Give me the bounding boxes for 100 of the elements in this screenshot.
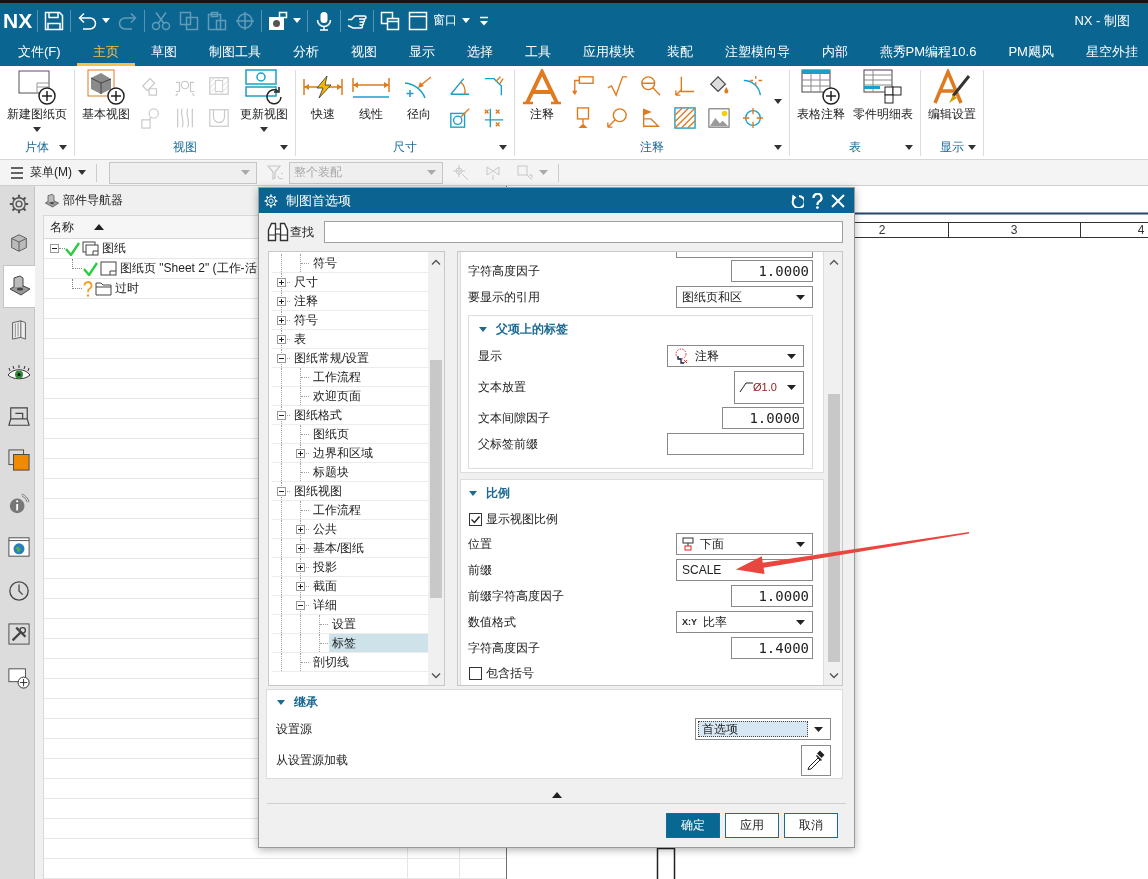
arc-crosshair-icon[interactable] (742, 75, 764, 97)
caret-icon[interactable] (469, 491, 477, 496)
menu-tab[interactable]: 燕秀PM编程10.6 (863, 38, 993, 66)
number-field[interactable]: 1.0000 (722, 407, 804, 429)
box-circle-dimension-icon[interactable] (449, 107, 471, 129)
tree-item[interactable]: 工作流程 (310, 368, 364, 386)
scroll-up-icon[interactable] (431, 259, 441, 265)
menu-tab[interactable]: 视图 (334, 38, 393, 66)
surface-finish-icon[interactable] (606, 75, 628, 97)
caret-icon[interactable] (774, 98, 782, 104)
tree-item[interactable]: 符号 (310, 254, 340, 272)
menu-tab[interactable]: 分析 (276, 38, 335, 66)
checkbox[interactable] (469, 666, 482, 680)
menu-button[interactable]: 菜单(M) (8, 164, 90, 181)
corner-leader-icon[interactable] (674, 75, 696, 97)
tree-item[interactable]: 图纸视图 (291, 482, 345, 500)
menu-tab[interactable]: 星空外挂 (1069, 38, 1138, 66)
dialog-button[interactable]: 确定 (666, 813, 720, 838)
caret-icon[interactable] (59, 144, 67, 150)
ribbon-button[interactable]: 编辑设置 (926, 70, 978, 123)
ribbon-button[interactable]: 零件明细表 (851, 70, 915, 123)
tree-item[interactable]: 注释 (291, 292, 321, 310)
minus-box-icon[interactable] (277, 354, 286, 363)
number-field[interactable]: 1.4000 (731, 637, 813, 659)
menu-tab[interactable]: 应用模块 (566, 38, 651, 66)
caret-icon[interactable] (280, 144, 288, 150)
number-field[interactable]: 1.0000 (731, 260, 813, 282)
plus-box-icon[interactable] (296, 582, 305, 591)
number-field[interactable]: 1.0000 (731, 585, 813, 607)
minus-box-icon[interactable] (50, 244, 59, 253)
tree-item[interactable]: 图纸格式 (291, 406, 345, 424)
navigator-node[interactable]: 图纸页 "Sheet 2" (工作-活 (120, 260, 257, 277)
ribbon-button[interactable]: 表格注释 (795, 70, 847, 123)
plus-box-icon[interactable] (296, 563, 305, 572)
ribbon-button[interactable]: 注释 (520, 70, 564, 123)
dropdown[interactable]: X:Y 比率 (676, 611, 813, 633)
dropdown[interactable]: 下面 (676, 533, 813, 555)
caret-icon[interactable] (968, 144, 976, 150)
help-icon[interactable] (812, 192, 823, 209)
dropdown[interactable]: 图纸页和区 (676, 286, 813, 308)
caret-icon[interactable] (499, 144, 507, 150)
ribbon-button[interactable]: 径向 (397, 70, 441, 123)
reset-icon[interactable] (790, 193, 804, 208)
hatch-icon[interactable] (674, 107, 696, 129)
cross-marks-icon[interactable] (483, 107, 505, 129)
scrollbar[interactable] (428, 252, 444, 685)
flag-icon[interactable] (640, 107, 662, 129)
window-icon[interactable] (408, 10, 429, 31)
tree-item[interactable]: 截面 (310, 577, 340, 595)
plus-box-icon[interactable] (277, 297, 286, 306)
plus-box-icon[interactable] (277, 278, 286, 287)
magnifier-icon[interactable] (640, 75, 662, 97)
menu-tab[interactable]: 工具 (508, 38, 567, 66)
tree-item[interactable]: 标签 (329, 634, 428, 652)
menu-tab[interactable]: 装配 (650, 38, 709, 66)
quick-access-button[interactable] (268, 10, 302, 31)
quick-access-button[interactable] (77, 10, 111, 31)
menu-tab[interactable]: PM飓风 (992, 38, 1070, 66)
undo-icon[interactable] (77, 10, 98, 31)
up-triangle-icon[interactable] (551, 792, 562, 798)
tree-item[interactable]: 设置 (329, 615, 359, 633)
caret-icon[interactable] (293, 18, 302, 23)
ribbon-button[interactable]: 线性 (349, 70, 393, 123)
caret-icon[interactable] (462, 18, 471, 23)
caret-icon[interactable] (277, 699, 285, 705)
quick-access-button[interactable]: 窗口 (408, 10, 471, 31)
dropdown[interactable]: 注释 (667, 345, 804, 367)
tree-item[interactable]: 工作流程 (310, 501, 364, 519)
dropdown[interactable]: Ø1.0 (734, 370, 804, 404)
plus-box-icon[interactable] (277, 316, 286, 325)
minus-box-icon[interactable] (277, 487, 286, 496)
leader-frame-icon[interactable] (572, 75, 594, 97)
crosshair-icon[interactable] (742, 107, 764, 129)
scroll-up-icon[interactable] (829, 259, 839, 265)
plus-box-icon[interactable] (296, 544, 305, 553)
tree-item[interactable]: 符号 (291, 311, 321, 329)
customize-icon[interactable] (478, 14, 491, 27)
navigator-node[interactable]: 图纸 (102, 240, 126, 257)
minus-box-icon[interactable] (277, 411, 286, 420)
tree-item[interactable]: 边界和区域 (310, 444, 376, 462)
tree-item[interactable]: 表 (291, 330, 309, 348)
caret-icon[interactable] (479, 327, 487, 332)
menu-tab[interactable]: 制图工具 (192, 38, 277, 66)
tree-item[interactable]: 图纸页 (310, 425, 352, 443)
dropdown[interactable] (676, 252, 813, 258)
search-field[interactable] (324, 221, 843, 243)
caret-icon[interactable] (774, 144, 782, 150)
eyedropper-button[interactable] (801, 744, 831, 776)
tree-item[interactable]: 基本/图纸 (310, 539, 368, 557)
tree-item[interactable]: 详细 (310, 596, 340, 614)
menu-tab[interactable]: 内部 (805, 38, 864, 66)
menu-tab[interactable]: 文件(F) (2, 38, 77, 66)
save-icon[interactable] (44, 10, 65, 31)
tree-item[interactable]: 标题块 (310, 463, 352, 481)
checkbox[interactable] (469, 512, 482, 526)
scroll-down-icon[interactable] (829, 673, 839, 679)
scroll-down-icon[interactable] (431, 673, 441, 679)
text-field[interactable] (667, 433, 804, 455)
ribbon-button[interactable]: 快速 (301, 70, 345, 123)
chamfer-dimension-icon[interactable] (483, 75, 505, 97)
